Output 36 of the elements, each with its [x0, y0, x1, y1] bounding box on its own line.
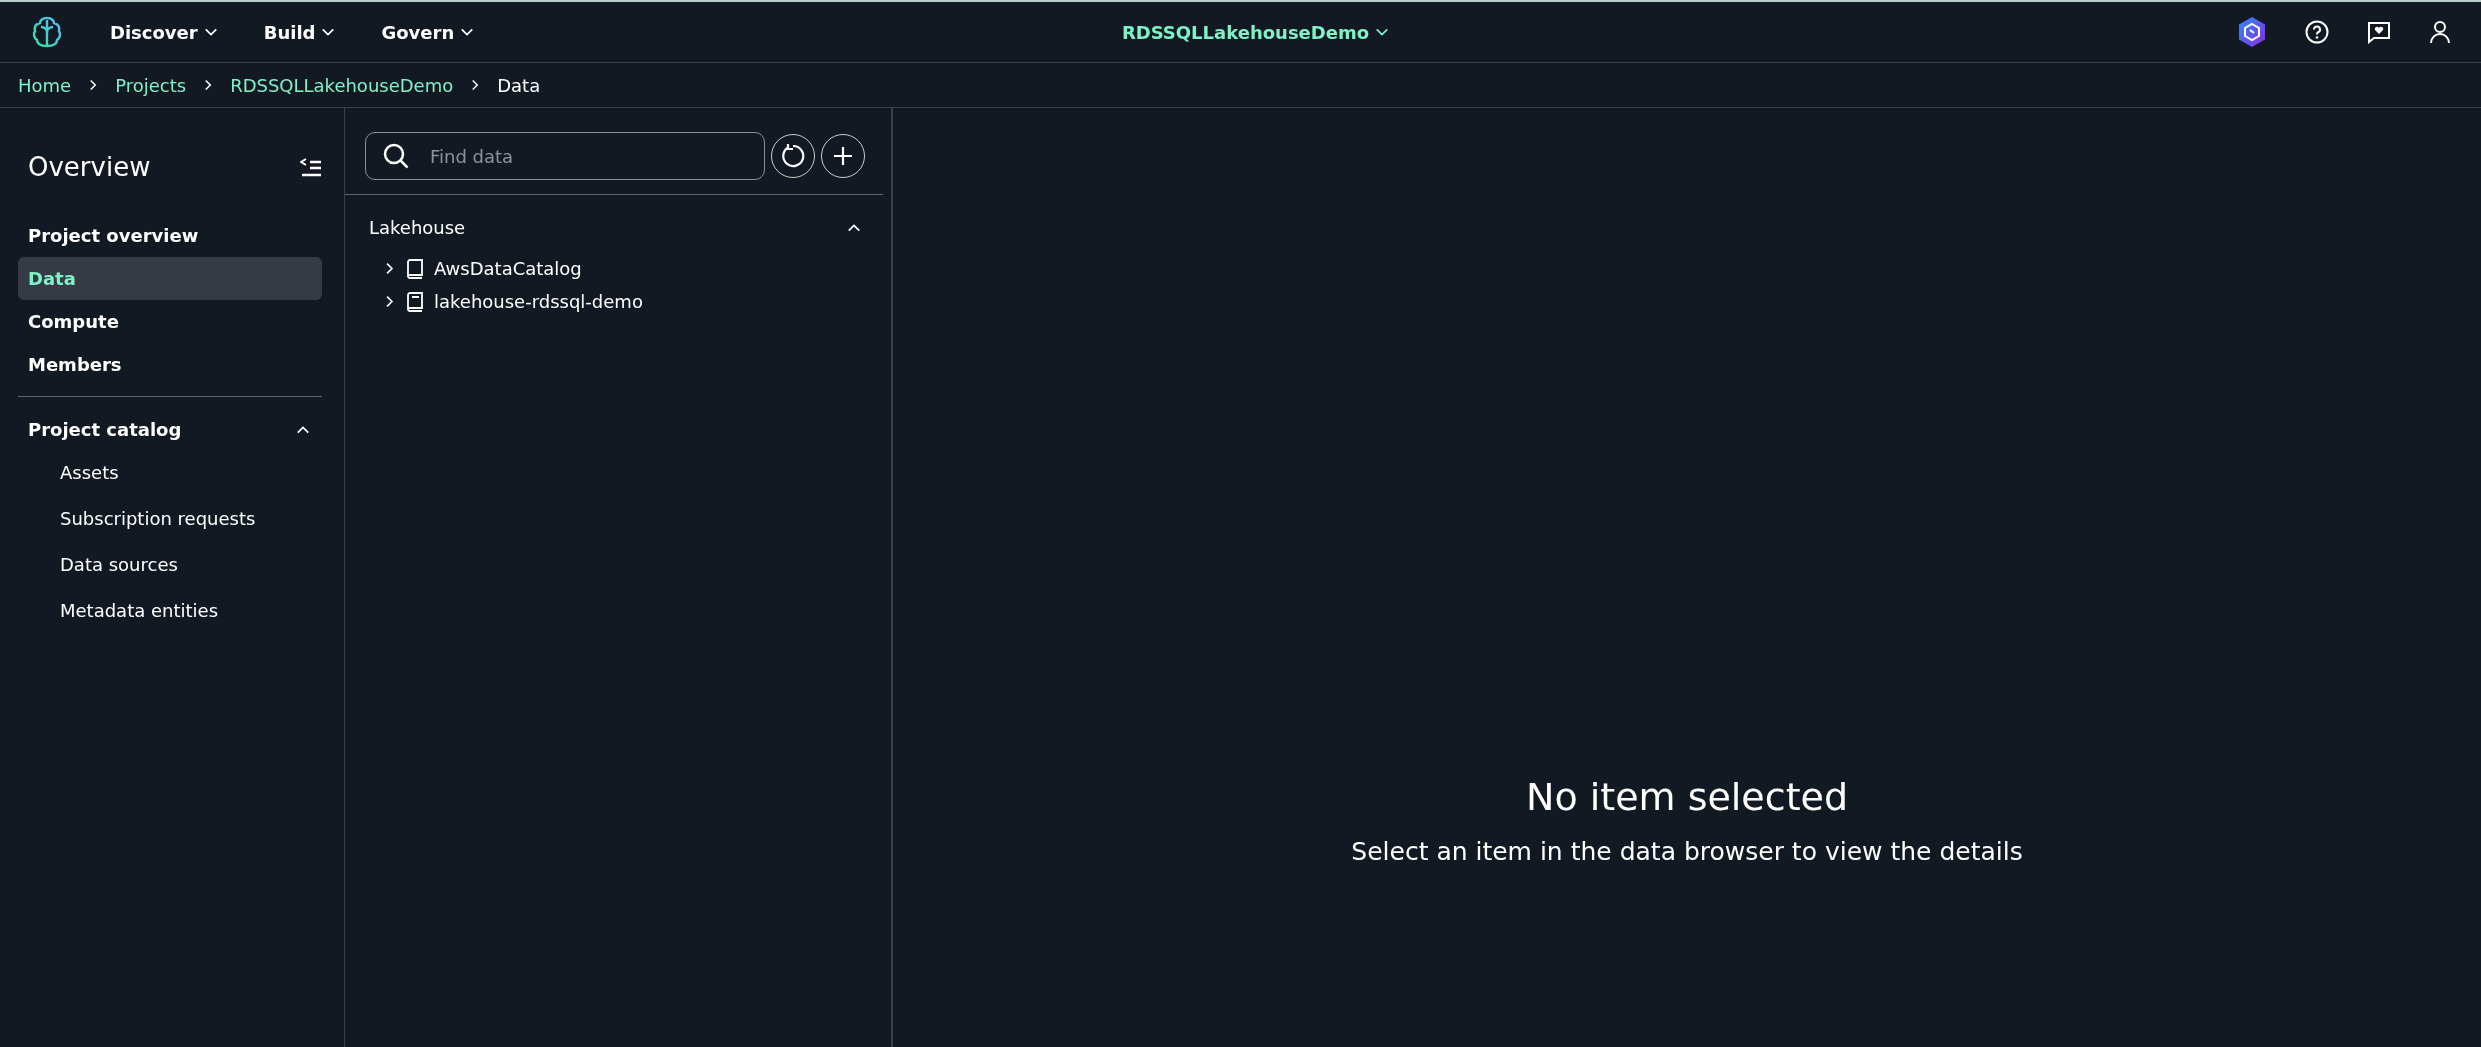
plus-icon — [832, 145, 854, 167]
nav-menu[interactable]: Discover — [110, 21, 218, 43]
sidebar-item[interactable]: Members — [18, 343, 322, 386]
sidebar-item[interactable]: Data — [18, 257, 322, 300]
logo-icon[interactable] — [30, 15, 64, 49]
breadcrumb-link[interactable]: Home — [18, 74, 72, 96]
nav-menu[interactable]: Build — [263, 21, 336, 43]
search-icon — [382, 142, 410, 170]
empty-state-title: No item selected — [1525, 774, 1849, 819]
hexagon-icon[interactable] — [2237, 16, 2267, 48]
tree-item[interactable]: lakehouse-rdssql-demo — [434, 291, 643, 312]
nav-menu[interactable]: Govern — [381, 21, 475, 43]
user-icon[interactable] — [2429, 20, 2451, 44]
breadcrumb-link[interactable]: Projects — [115, 74, 187, 96]
search-field[interactable]: Find data — [365, 132, 765, 180]
sidebar-subitem[interactable]: Assets — [18, 450, 322, 496]
breadcrumb-current: Data — [497, 74, 541, 96]
section-header[interactable]: Project catalog — [18, 409, 322, 450]
feedback-icon[interactable] — [2367, 20, 2391, 44]
book-icon — [406, 291, 424, 312]
project-selector[interactable]: RDSSQLLakehouseDemo — [1121, 21, 1390, 43]
sidebar-subitem[interactable]: Data sources — [18, 542, 322, 588]
sidebar-item[interactable]: Project overview — [18, 214, 322, 257]
tree-item[interactable]: AwsDataCatalog — [434, 258, 582, 279]
sidebar-item[interactable]: Compute — [18, 300, 322, 343]
breadcrumb-link[interactable]: RDSSQLLakehouseDemo — [230, 74, 454, 96]
empty-state-message: Select an item in the data browser to view the details — [1351, 836, 2023, 866]
sidebar-title: Overview — [28, 152, 151, 182]
section-header[interactable]: Lakehouse — [345, 195, 891, 252]
sidebar-subitem[interactable]: Metadata entities — [18, 588, 322, 634]
refresh-icon — [780, 143, 806, 169]
book-icon — [406, 258, 424, 279]
sidebar-subitem[interactable]: Subscription requests — [18, 496, 322, 542]
help-icon[interactable] — [2305, 20, 2329, 44]
collapse-sidebar-icon[interactable] — [300, 157, 322, 177]
search-input[interactable]: Find data — [428, 144, 748, 168]
